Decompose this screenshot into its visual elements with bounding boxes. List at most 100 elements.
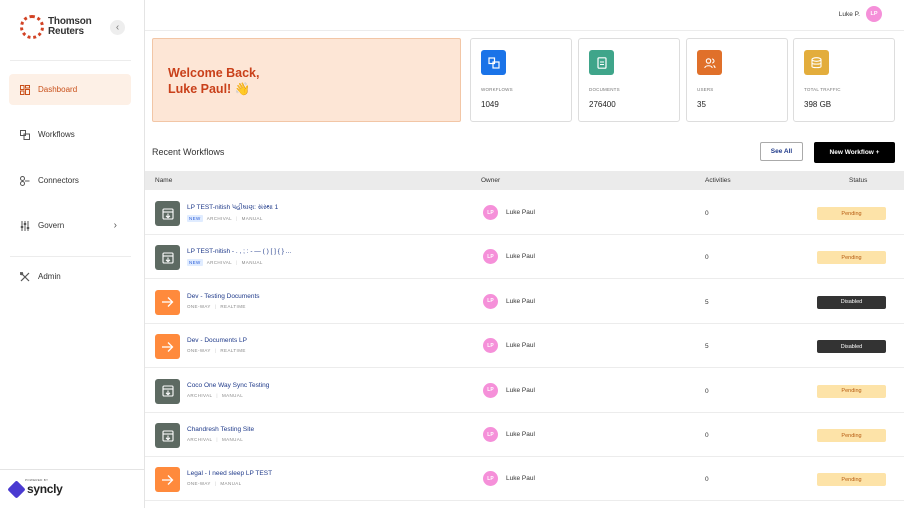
workflow-name-link[interactable]: Coco One Way Sync Testing [187, 382, 269, 389]
stat-value: 398 GB [804, 100, 832, 109]
stat-card-traffic[interactable]: TOTAL TRAFFIC 398 GB [793, 38, 895, 122]
sliders-icon [19, 220, 31, 232]
new-badge: NEW [187, 259, 203, 267]
stat-card-users[interactable]: USERS 35 [686, 38, 788, 122]
user-menu[interactable]: Luke P. LP [839, 6, 882, 22]
sidebar-item-connectors[interactable]: Connectors [9, 165, 131, 196]
archive-icon [155, 245, 180, 271]
chevron-left-icon[interactable]: ‹ [110, 20, 125, 35]
stat-value: 276400 [589, 100, 616, 109]
users-icon [697, 50, 722, 75]
workflow-tag: ONE-WAY [187, 481, 211, 487]
avatar: LP [483, 205, 498, 220]
archive-icon [155, 201, 180, 226]
workflow-tag: MANUAL [241, 260, 263, 266]
owner-name: Luke Paul [506, 342, 535, 350]
workflow-tag: MANUAL [221, 392, 244, 398]
tag-separator: | [216, 392, 218, 398]
status-badge: Pending [817, 207, 886, 220]
table-row[interactable]: Dev - Testing Documents ONE-WAY | REALTIME L… [145, 280, 904, 324]
welcome-line-2: Luke Paul! 👋 [168, 82, 251, 96]
workflow-tag: ARCHIVAL [206, 260, 233, 266]
workflows-icon [481, 50, 506, 75]
workflow-tag: ONE-WAY [187, 303, 211, 309]
sidebar-item-label: Workflows [38, 130, 75, 139]
owner-cell: LP Luke Paul [483, 338, 535, 354]
workflow-tags: ARCHIVAL | MANUAL [187, 393, 243, 398]
workflow-tag: REALTIME [220, 348, 246, 354]
workflow-icon [19, 129, 31, 141]
activities-count: 0 [705, 387, 709, 395]
table-row[interactable]: Coco One Way Sync Testing ARCHIVAL | MANUAL… [145, 369, 904, 413]
thomson-reuters-logo[interactable]: Thomson Reuters [20, 15, 92, 39]
logo-line-2: Reuters [48, 26, 84, 37]
owner-cell: LP Luke Paul [483, 427, 535, 442]
stat-card-workflows[interactable]: WORKFLOWS 1049 [470, 38, 572, 122]
workflow-tag: REALTIME [220, 303, 246, 309]
column-header-owner[interactable]: Owner [481, 177, 500, 184]
table-row[interactable]: Dev - Documents LP ONE-WAY | REALTIME LP Luke… [145, 324, 904, 369]
user-name: Luke P. [838, 10, 860, 18]
new-workflow-button[interactable]: New Workflow + [814, 142, 895, 163]
activities-count: 0 [705, 210, 709, 217]
owner-name: Luke Paul [506, 209, 535, 216]
workflow-name-link[interactable]: Chandresh Testing Site [187, 426, 254, 433]
arrow-right-icon [155, 334, 180, 360]
owner-cell: LP Luke Paul [483, 471, 535, 487]
sidebar-item-admin[interactable]: Admin [9, 261, 131, 292]
connector-icon [19, 175, 31, 187]
powered-by-footer: POWERED BY syncly [0, 469, 145, 508]
column-header-activities[interactable]: Activities [705, 177, 731, 184]
avatar: LP [483, 427, 498, 442]
owner-cell: LP Luke Paul [483, 382, 535, 398]
see-all-button[interactable]: See All [760, 142, 803, 161]
owner-cell: LP Luke Paul [483, 293, 535, 309]
sidebar-item-workflows[interactable]: Workflows [9, 119, 131, 150]
tag-separator: | [214, 481, 217, 487]
tag-separator: | [216, 437, 218, 442]
stat-card-documents[interactable]: DOCUMENTS 276400 [578, 38, 680, 122]
arrow-right-icon [155, 467, 180, 493]
stat-label: WORKFLOWS [481, 87, 513, 92]
tag-separator: | [236, 260, 238, 266]
chevron-right-icon: › [113, 220, 117, 231]
sidebar-item-govern[interactable]: Govern › [9, 210, 131, 241]
avatar[interactable]: LP [866, 6, 882, 22]
sidebar-item-label: Govern [38, 221, 65, 230]
document-icon [589, 50, 614, 75]
workflow-name-link[interactable]: Dev - Testing Documents [187, 293, 260, 300]
column-header-name[interactable]: Name [155, 177, 172, 184]
syncly-logo-icon [7, 479, 26, 499]
workflow-tag: ARCHIVAL [206, 216, 233, 221]
workflow-name-link[interactable]: LP TEST-nitish પહીઘાણ: સંસ્થા 1 [187, 204, 278, 212]
status-badge: Disabled [817, 340, 886, 354]
table-row[interactable]: LP TEST-nitish પહીઘાણ: સંસ્થા 1 NEW ARCHIV… [145, 191, 904, 235]
workflow-tags: ONE-WAY | REALTIME [187, 348, 246, 353]
owner-name: Luke Paul [506, 386, 535, 394]
table-row[interactable]: LP TEST-nitish - . , ; : - — ( ) [ ] { }… [145, 235, 904, 280]
sidebar-divider [10, 256, 131, 257]
welcome-line-1: Welcome Back, [168, 66, 260, 80]
activities-count: 5 [705, 298, 709, 306]
activities-count: 5 [705, 343, 709, 351]
workflow-name-link[interactable]: Legal - I need sleep LP TEST [187, 470, 272, 477]
sidebar-item-label: Dashboard [38, 85, 78, 94]
table-row[interactable]: Chandresh Testing Site ARCHIVAL | MANUAL LP L… [145, 413, 904, 457]
column-header-status[interactable]: Status [849, 177, 867, 184]
sidebar-item-dashboard[interactable]: Dashboard [9, 74, 131, 105]
stat-label: USERS [697, 87, 714, 92]
workflow-tag: ARCHIVAL [187, 392, 213, 398]
owner-name: Luke Paul [506, 475, 535, 483]
table-row[interactable]: Legal - I need sleep LP TEST ONE-WAY | MANU… [145, 457, 904, 502]
stat-label: DOCUMENTS [589, 87, 620, 92]
workflow-name-link[interactable]: LP TEST-nitish - . , ; : - — ( ) [ ] { }… [187, 248, 291, 255]
recent-workflows-title: Recent Workflows [152, 147, 225, 157]
avatar: LP [483, 293, 498, 309]
tools-icon [19, 271, 31, 283]
workflow-tag: ARCHIVAL [187, 437, 213, 442]
powered-by-label: POWERED BY [25, 478, 49, 482]
activities-count: 0 [705, 476, 709, 484]
sidebar-divider [10, 60, 131, 61]
workflow-name-link[interactable]: Dev - Documents LP [187, 337, 247, 344]
status-badge: Pending [817, 384, 886, 398]
